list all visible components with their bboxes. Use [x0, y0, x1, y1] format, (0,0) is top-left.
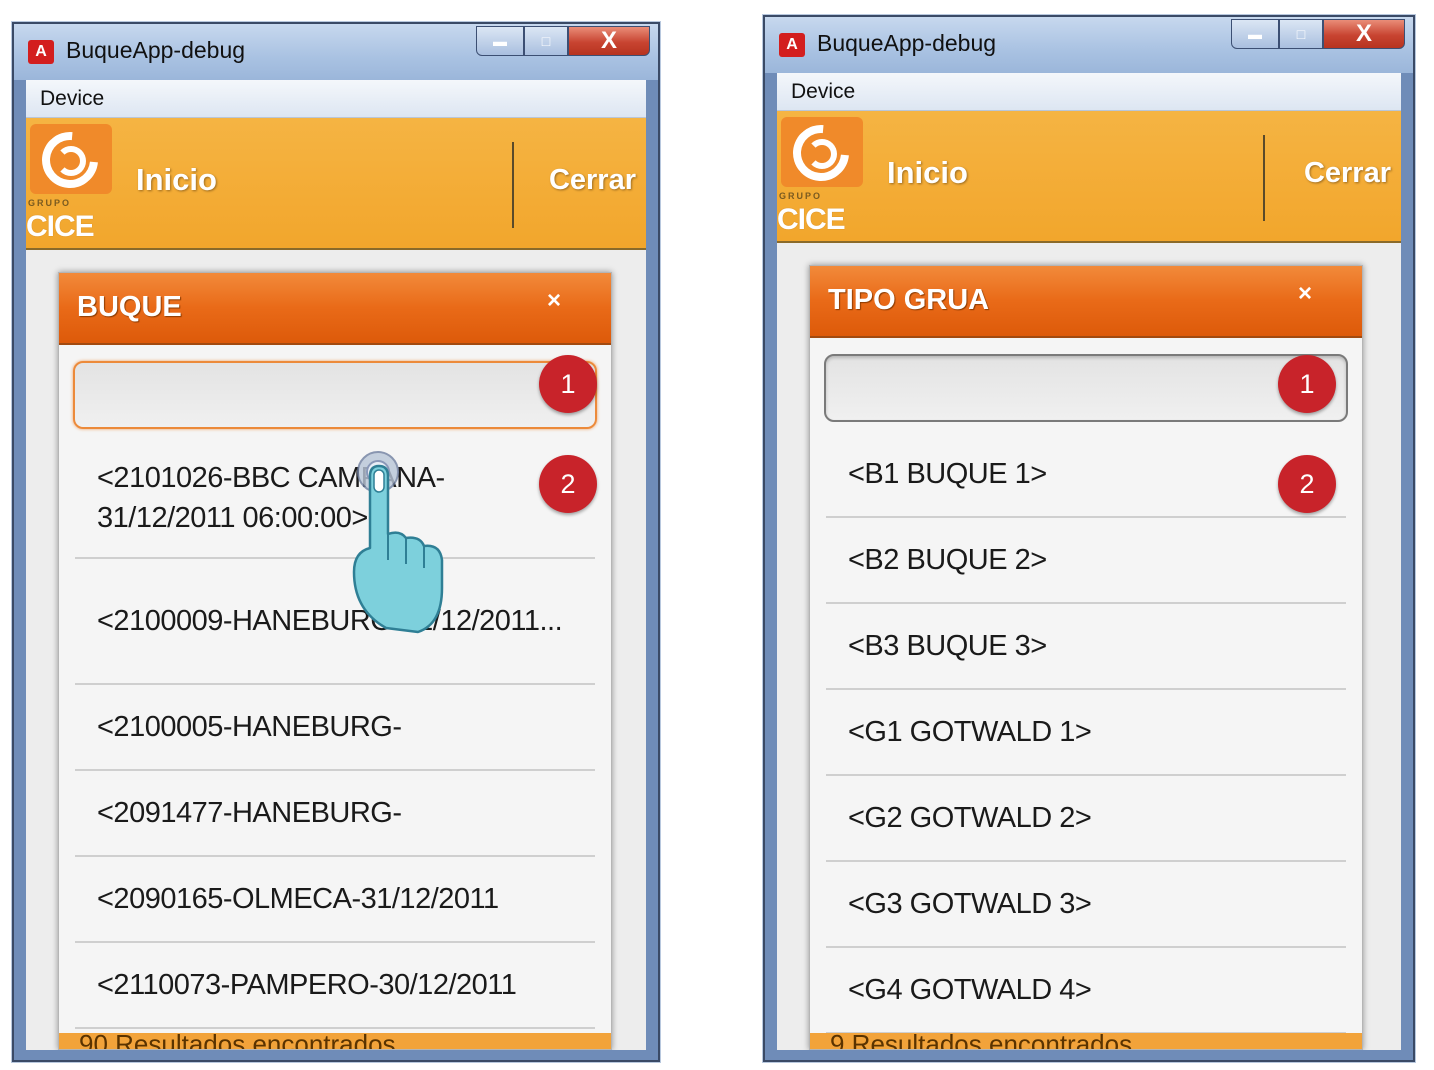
app-icon: A: [779, 33, 805, 57]
logo-subtitle: GRUPO: [28, 198, 72, 208]
app-header: GRUPO CICE Inicio Cerrar: [777, 111, 1401, 243]
results-count: 90 Resultados encontrados: [79, 1033, 396, 1049]
menu-device[interactable]: Device: [791, 80, 855, 103]
title-bar[interactable]: A BuqueApp-debug ▬ □ X: [765, 17, 1413, 73]
list-item[interactable]: <2100009-HANEBURG-31/12/2011...: [75, 559, 595, 685]
dialog-header: TIPO GRUA ×: [810, 266, 1362, 338]
header-divider: [1263, 135, 1265, 221]
list-item[interactable]: <G2 GOTWALD 2>: [826, 776, 1346, 862]
callout-badge-2: 2: [1278, 455, 1336, 513]
cerrar-link[interactable]: Cerrar: [1304, 157, 1391, 190]
cice-logo-icon: [781, 113, 863, 193]
dialog-title: BUQUE: [77, 291, 182, 323]
list-item[interactable]: <2101026-BBC CAMPANA-31/12/2011 06:00:00…: [75, 439, 595, 559]
window-title: BuqueApp-debug: [817, 30, 997, 56]
dialog-title: TIPO GRUA: [828, 284, 990, 316]
cice-logo-icon: [30, 120, 112, 200]
dialog-close-icon[interactable]: ×: [547, 287, 561, 315]
menu-bar: Device: [26, 80, 646, 118]
callout-badge-1: 1: [539, 355, 597, 413]
app-client-area: GRUPO CICE Inicio Cerrar BUQUE × <210102…: [26, 118, 646, 1050]
cerrar-link[interactable]: Cerrar: [549, 164, 636, 197]
search-input[interactable]: [824, 354, 1348, 422]
window-title: BuqueApp-debug: [66, 37, 246, 63]
title-bar[interactable]: A BuqueApp-debug ▬ □ X: [14, 24, 658, 80]
app-header: GRUPO CICE Inicio Cerrar: [26, 118, 646, 250]
list-item[interactable]: <2090165-OLMECA-31/12/2011: [75, 857, 595, 943]
list-item[interactable]: <B3 BUQUE 3>: [826, 604, 1346, 690]
logo-text: CICE: [777, 203, 846, 236]
dialog-header: BUQUE ×: [59, 273, 611, 345]
list-item[interactable]: <B1 BUQUE 1>: [826, 432, 1346, 518]
callout-badge-2: 2: [539, 455, 597, 513]
maximize-button[interactable]: □: [1279, 19, 1323, 49]
minimize-button[interactable]: ▬: [1231, 19, 1279, 49]
close-window-button[interactable]: X: [1323, 19, 1405, 49]
results-count-bar: 90 Resultados encontrados: [59, 1033, 611, 1049]
tap-hand-icon: [352, 451, 444, 634]
results-count-bar: 9 Resultados encontrados: [810, 1033, 1362, 1049]
list-item[interactable]: <G3 GOTWALD 3>: [826, 862, 1346, 948]
list-item[interactable]: <G4 GOTWALD 4>: [826, 948, 1346, 1034]
window-controls: ▬ □ X: [476, 26, 650, 56]
dialog-close-icon[interactable]: ×: [1298, 280, 1312, 308]
list-item[interactable]: <2110073-PAMPERO-30/12/2011: [75, 943, 595, 1029]
cice-logo[interactable]: GRUPO CICE: [26, 118, 114, 243]
app-client-area: GRUPO CICE Inicio Cerrar TIPO GRUA × <B1…: [777, 111, 1401, 1050]
maximize-button[interactable]: □: [524, 26, 568, 56]
list-item[interactable]: <2091477-HANEBURG-: [75, 771, 595, 857]
menu-device[interactable]: Device: [40, 87, 104, 110]
logo-text: CICE: [26, 210, 95, 243]
header-divider: [512, 142, 514, 228]
results-list: <B1 BUQUE 1> <B2 BUQUE 2> <B3 BUQUE 3> <…: [826, 432, 1346, 1034]
close-window-button[interactable]: X: [568, 26, 650, 56]
inicio-link[interactable]: Inicio: [136, 162, 217, 198]
list-item[interactable]: <G1 GOTWALD 1>: [826, 690, 1346, 776]
logo-subtitle: GRUPO: [779, 191, 823, 201]
app-window-left: A BuqueApp-debug ▬ □ X Device GRUPO CICE…: [12, 22, 660, 1062]
search-input[interactable]: [73, 361, 597, 429]
inicio-link[interactable]: Inicio: [887, 155, 968, 191]
callout-badge-1: 1: [1278, 355, 1336, 413]
menu-bar: Device: [777, 73, 1401, 111]
list-item[interactable]: <B2 BUQUE 2>: [826, 518, 1346, 604]
list-item[interactable]: <2100005-HANEBURG-: [75, 685, 595, 771]
minimize-button[interactable]: ▬: [476, 26, 524, 56]
results-count: 9 Resultados encontrados: [830, 1033, 1133, 1049]
cice-logo[interactable]: GRUPO CICE: [777, 111, 865, 236]
selection-dialog: BUQUE × <2101026-BBC CAMPANA-31/12/2011 …: [58, 272, 612, 1050]
app-icon: A: [28, 40, 54, 64]
window-controls: ▬ □ X: [1231, 19, 1405, 49]
results-list: <2101026-BBC CAMPANA-31/12/2011 06:00:00…: [75, 439, 595, 1029]
app-window-right: A BuqueApp-debug ▬ □ X Device GRUPO CICE…: [763, 15, 1415, 1062]
